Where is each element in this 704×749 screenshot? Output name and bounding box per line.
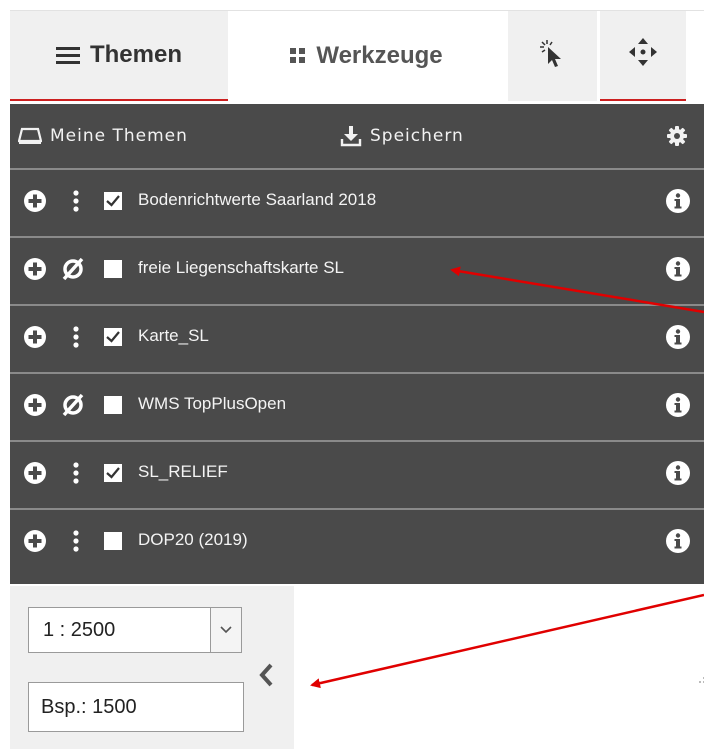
- layer-row[interactable]: Bodenrichtwerte Saarland 2018: [10, 168, 704, 234]
- hamburger-icon: [55, 45, 80, 65]
- more-vertical-icon[interactable]: [66, 325, 86, 349]
- add-circle-icon[interactable]: [24, 326, 46, 348]
- layer-label: Karte_SL: [138, 326, 209, 345]
- my-themes-button[interactable]: Meine Themen: [18, 104, 188, 168]
- annotation-arrow: [310, 593, 704, 689]
- tab-werkzeuge[interactable]: Werkzeuge: [228, 11, 505, 101]
- scale-select[interactable]: 1 : 2500: [28, 607, 242, 653]
- more-vertical-icon[interactable]: [66, 189, 86, 213]
- scale-panel: 1 : 2500: [10, 586, 294, 749]
- layer-row[interactable]: SL_RELIEF: [10, 440, 704, 506]
- themes-panel: Meine Themen Speichern Bodenrichtwerte S…: [10, 104, 704, 683]
- cursor-click-icon: [538, 38, 568, 75]
- scale-select-value: 1 : 2500: [43, 619, 116, 641]
- my-themes-label: Meine Themen: [50, 126, 188, 146]
- checkbox-unchecked[interactable]: [104, 396, 122, 414]
- tab-move-tool[interactable]: [600, 11, 686, 101]
- layer-label: DOP20 (2019): [138, 530, 248, 549]
- layer-label: Bodenrichtwerte Saarland 2018: [138, 190, 377, 209]
- move-arrows-icon: [628, 37, 658, 74]
- monitor-icon: [18, 127, 42, 144]
- layer-row[interactable]: DOP20 (2019): [10, 508, 704, 574]
- layer-row[interactable]: WMS TopPlusOpen: [10, 372, 704, 438]
- add-circle-icon[interactable]: [24, 462, 46, 484]
- layer-row[interactable]: Karte_SL: [10, 304, 704, 370]
- tab-themen[interactable]: Themen: [10, 11, 228, 101]
- add-circle-icon[interactable]: [24, 394, 46, 416]
- save-button[interactable]: Speichern: [340, 104, 464, 168]
- scale-input[interactable]: [28, 682, 244, 732]
- info-icon[interactable]: [666, 393, 690, 417]
- info-icon[interactable]: [666, 461, 690, 485]
- more-vertical-icon[interactable]: [66, 529, 86, 553]
- tab-werkzeuge-label: Werkzeuge: [316, 42, 443, 69]
- layer-row[interactable]: freie Liegenschaftskarte SL: [10, 236, 704, 302]
- add-circle-icon[interactable]: [24, 190, 46, 212]
- tab-select-tool[interactable]: [508, 11, 597, 101]
- check-icon: [106, 195, 120, 207]
- chevron-down-icon[interactable]: [210, 608, 241, 652]
- check-icon: [106, 331, 120, 343]
- layer-label: WMS TopPlusOpen: [138, 394, 287, 413]
- save-label: Speichern: [370, 126, 464, 146]
- eye-off-icon[interactable]: [60, 393, 86, 417]
- add-circle-icon[interactable]: [24, 530, 46, 552]
- eye-off-icon[interactable]: [60, 257, 86, 281]
- checkbox-checked[interactable]: [104, 328, 122, 346]
- checkbox-checked[interactable]: [104, 192, 122, 210]
- gear-icon: [667, 126, 687, 146]
- more-vertical-icon[interactable]: [66, 461, 86, 485]
- info-icon[interactable]: [666, 189, 690, 213]
- checkbox-checked[interactable]: [104, 464, 122, 482]
- add-circle-icon[interactable]: [24, 258, 46, 280]
- grid-icon: [290, 48, 306, 64]
- checkbox-unchecked[interactable]: [104, 260, 122, 278]
- info-icon[interactable]: [666, 257, 690, 281]
- info-icon[interactable]: [666, 529, 690, 553]
- tab-bar: Themen Werkzeuge: [10, 10, 704, 103]
- checkbox-unchecked[interactable]: [104, 532, 122, 550]
- download-icon: [340, 126, 362, 147]
- chevron-left-icon[interactable]: [254, 660, 278, 690]
- resize-grip-icon[interactable]: [696, 670, 704, 684]
- layer-label: freie Liegenschaftskarte SL: [138, 258, 345, 277]
- tab-themen-label: Themen: [89, 41, 182, 68]
- layer-label: SL_RELIEF: [138, 462, 228, 481]
- settings-button[interactable]: [666, 104, 696, 168]
- panel-header: Meine Themen Speichern: [10, 104, 704, 168]
- check-icon: [106, 467, 120, 479]
- info-icon[interactable]: [666, 325, 690, 349]
